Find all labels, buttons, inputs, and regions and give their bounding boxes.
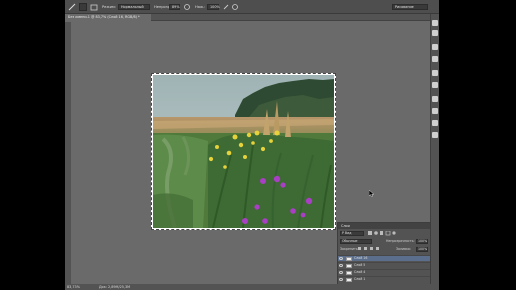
fill-input[interactable]: 100% [416, 247, 428, 252]
layer-row[interactable]: Слой 16 [338, 255, 430, 261]
fill-label: Заливка: [396, 247, 411, 251]
layer-name[interactable]: Слой 5 [354, 263, 365, 268]
layer-thumbnail [346, 257, 352, 261]
swatches-icon[interactable] [432, 96, 438, 102]
brush-size-picker[interactable] [79, 3, 87, 11]
document-canvas[interactable] [151, 73, 336, 230]
airbrush-icon[interactable] [222, 3, 230, 11]
zoom-level[interactable]: 83,73% [67, 284, 80, 290]
layers-panel-title[interactable]: Слои [338, 223, 430, 229]
visibility-eye-icon[interactable] [339, 257, 343, 260]
layer-opacity-label: Непрозрачность: [386, 239, 415, 243]
photoshop-window: Режим: Нормальный Непрозр.: 89% Наж.: 10… [65, 0, 439, 290]
layer-name[interactable]: Слой 1 [354, 277, 365, 282]
visibility-eye-icon[interactable] [339, 264, 343, 267]
brush-presets-icon[interactable] [432, 44, 438, 50]
options-bar: Режим: Нормальный Непрозр.: 89% Наж.: 10… [65, 0, 439, 14]
paragraph-icon[interactable] [432, 70, 438, 76]
clone-source-icon[interactable] [432, 56, 438, 62]
layer-opacity-input[interactable]: 100% [416, 239, 428, 244]
panel-icons-strip [430, 14, 439, 290]
styles-icon[interactable] [432, 120, 438, 126]
layer-thumbnail [346, 264, 352, 268]
brush-tool-icon[interactable] [68, 3, 76, 11]
pressure-opacity-icon[interactable] [183, 3, 191, 11]
opacity-input[interactable]: 89% [169, 4, 180, 10]
properties-icon[interactable] [432, 30, 438, 36]
layers-panel: Слои Р Вид Обычные Непрозрачность: 100% … [337, 222, 431, 290]
blend-mode-select[interactable]: Обычные [340, 239, 372, 244]
lock-label: Закрепить: [340, 247, 359, 251]
document-tab-bar: Без имени-1 @ 83,7% (Слой 16, RGB/8) * [65, 14, 433, 21]
character-icon[interactable] [432, 82, 438, 88]
document-info: Док: 2,89M/25,3M [99, 285, 131, 289]
document-tab[interactable]: Без имени-1 @ 83,7% (Слой 16, RGB/8) * [65, 14, 151, 21]
layer-row[interactable]: Слой 1 [338, 276, 430, 282]
mode-select[interactable]: Нормальный [118, 4, 150, 10]
tools-panel [65, 22, 71, 284]
layer-filter-icons[interactable] [368, 231, 396, 236]
layer-row[interactable]: Слой 4 [338, 269, 430, 275]
brush-panel-icon[interactable] [90, 3, 98, 11]
mouse-cursor-icon [369, 190, 375, 197]
visibility-eye-icon[interactable] [339, 271, 343, 274]
navigator-icon[interactable] [432, 132, 438, 138]
status-bar: 83,73% Док: 2,89M/25,3M [65, 284, 439, 290]
layer-row[interactable]: Слой 5 [338, 262, 430, 268]
history-icon[interactable] [432, 20, 438, 26]
adjustments-icon[interactable] [432, 108, 438, 114]
meadow-painting [153, 75, 334, 228]
painting-image[interactable] [153, 75, 334, 228]
layer-thumbnail [346, 278, 352, 282]
visibility-eye-icon[interactable] [339, 278, 343, 281]
lock-icons[interactable] [358, 247, 382, 251]
flow-label: Наж.: [195, 5, 206, 9]
mode-label: Режим: [102, 5, 116, 9]
layer-thumbnail [346, 271, 352, 275]
pressure-size-icon[interactable] [231, 3, 239, 11]
workspace-select[interactable]: Рисование [392, 4, 428, 10]
layer-name[interactable]: Слой 4 [354, 270, 365, 275]
layer-filter-select[interactable]: Р Вид [340, 231, 364, 236]
flow-input[interactable]: 100% [207, 4, 220, 10]
layer-name[interactable]: Слой 16 [354, 256, 367, 261]
